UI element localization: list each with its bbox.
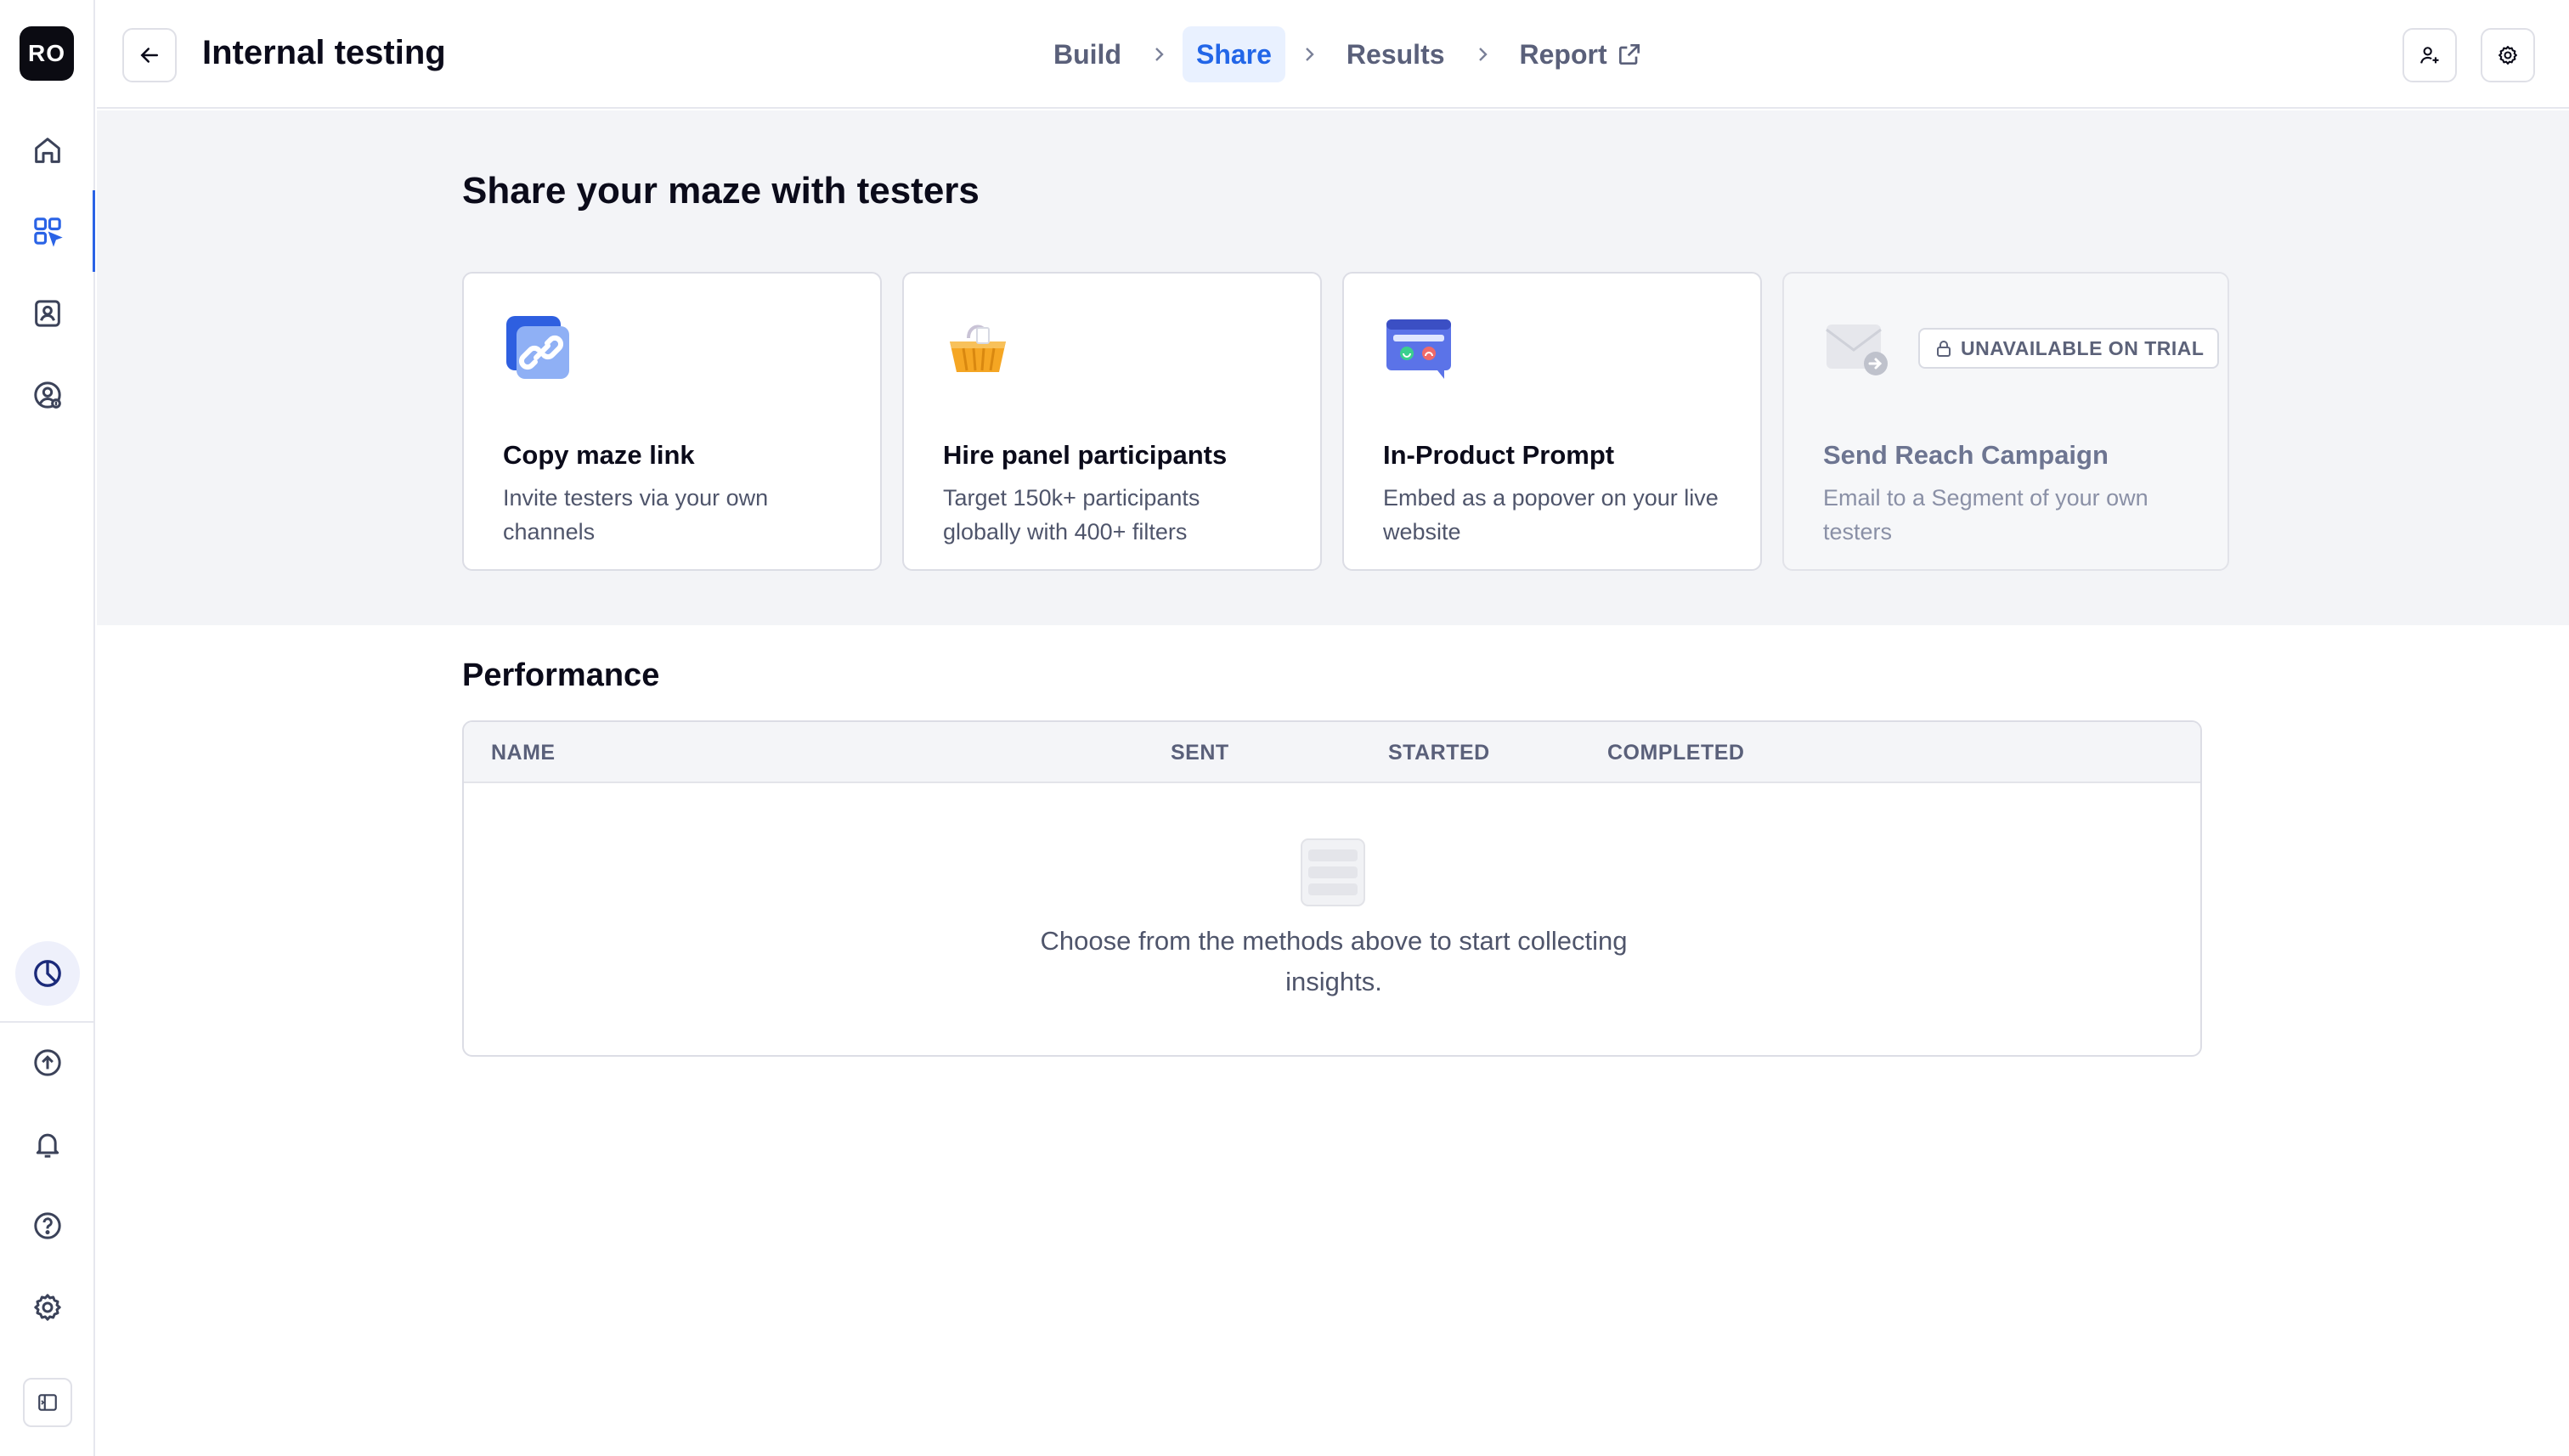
chevron-right-icon [1285,44,1333,65]
card-description: Email to a Segment of your own testers [1823,485,2148,545]
back-button[interactable] [122,28,177,82]
step-navigation: Build Share Results Report [1040,25,1657,83]
help-icon [34,1212,61,1239]
chevron-right-icon [1135,44,1183,65]
card-title: Copy maze link [503,440,695,470]
sidebar-item-account[interactable] [20,368,75,422]
upload-icon [34,1049,61,1076]
sidebar-divider [0,1021,95,1023]
active-indicator [93,190,95,272]
empty-state-message: Choose from the methods above to start c… [1040,926,1628,996]
column-header-completed: COMPLETED [1607,741,1745,765]
basket-icon [950,324,1006,372]
card-title: In-Product Prompt [1383,440,1615,470]
add-user-icon [2420,47,2439,64]
sidebar-toggle-icon [38,1394,57,1411]
card-title: Send Reach Campaign [1823,440,2109,470]
user-circle-icon [34,381,61,409]
chevron-right-icon [1459,44,1506,65]
step-build[interactable]: Build [1040,26,1135,82]
card-description: Target 150k+ participants globally with … [943,485,1200,545]
performance-table: NAME SENT STARTED COMPLETED Choose from … [462,720,2202,1057]
badge-label: UNAVAILABLE ON TRIAL [1961,336,2205,359]
external-link-icon [1618,44,1640,65]
step-share[interactable]: Share [1182,26,1285,82]
sidebar-item-help[interactable] [20,1199,75,1253]
table-header: NAME SENT STARTED COMPLETED [464,722,2200,783]
gear-icon [2498,46,2517,65]
share-section-title: Share your maze with testers [462,170,980,212]
hire-panel-participants-card[interactable]: Hire panel participants Target 150k+ par… [902,272,1322,571]
share-section: Share your maze with testers Copy maze l… [97,110,2569,625]
link-icon [506,316,569,379]
unavailable-badge: UNAVAILABLE ON TRIAL [1918,328,2220,369]
card-description: Embed as a popover on your live website [1383,485,1719,545]
grid-icon [34,217,63,247]
contacts-icon [35,300,60,327]
sidebar-collapse-button[interactable] [23,1378,72,1427]
performance-title: Performance [462,657,660,693]
home-icon [35,138,60,163]
project-settings-button[interactable] [2481,28,2535,82]
arrow-left-icon [140,48,158,63]
lock-icon [1937,341,1951,357]
prompt-icon [1386,319,1451,379]
step-report[interactable]: Report [1506,26,1657,82]
sidebar-item-usage[interactable] [15,941,80,1006]
page-title: Internal testing [202,34,446,71]
pie-chart-icon [34,960,61,987]
sidebar-item-home[interactable] [20,123,75,178]
gear-icon [34,1294,61,1321]
sidebar-item-notifications[interactable] [20,1117,75,1171]
column-header-started: STARTED [1388,741,1490,765]
in-product-prompt-card[interactable]: In-Product Prompt Embed as a popover on … [1342,272,1762,571]
step-report-label: Report [1519,38,1607,70]
empty-list-icon [1301,838,1365,906]
sidebar: RO [0,0,95,1456]
card-title: Hire panel participants [943,440,1228,470]
top-header: Internal testing Build Share Results Rep… [97,0,2569,109]
card-description: Invite testers via your own channels [503,485,769,545]
step-results[interactable]: Results [1333,26,1459,82]
sidebar-item-upload[interactable] [20,1036,75,1090]
column-header-name: NAME [491,741,556,765]
email-icon [1826,324,1888,375]
workspace-avatar[interactable]: RO [20,26,74,81]
copy-maze-link-card[interactable]: Copy maze link Invite testers via your o… [462,272,882,571]
sidebar-item-projects[interactable] [20,204,75,258]
column-header-sent: SENT [1171,741,1229,765]
share-access-button[interactable] [2402,28,2457,82]
sidebar-item-contacts[interactable] [20,286,75,341]
bell-icon [36,1133,59,1158]
send-reach-campaign-card: UNAVAILABLE ON TRIAL Send Reach Campaign… [1782,272,2229,571]
sidebar-item-settings[interactable] [20,1280,75,1335]
